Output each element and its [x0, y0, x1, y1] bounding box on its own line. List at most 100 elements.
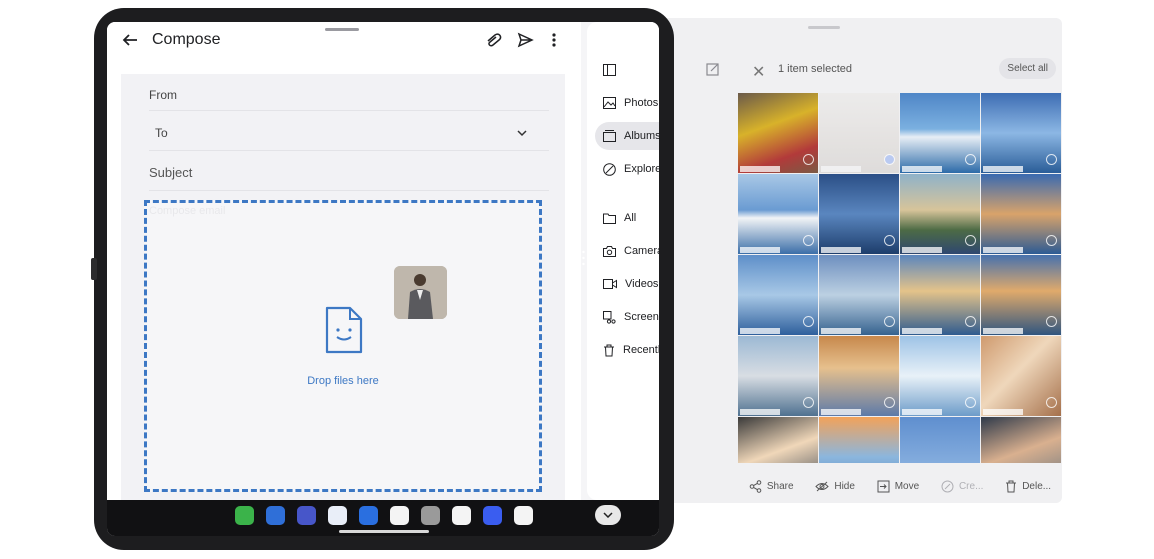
- explore-icon: [603, 162, 616, 176]
- delete-label: Dele...: [1022, 480, 1052, 492]
- close-selection-icon[interactable]: ✕: [752, 62, 765, 82]
- move-label: Move: [894, 480, 920, 492]
- send-icon[interactable]: [517, 32, 534, 48]
- hide-icon: [815, 481, 830, 491]
- compose-pane: Compose From To Subject Compose email Dr…: [107, 22, 581, 500]
- sidebar-item-videos[interactable]: Videos: [595, 270, 659, 298]
- create-button[interactable]: Cre...: [941, 480, 983, 493]
- sidebar-item-all[interactable]: All: [595, 204, 659, 232]
- photo-caption-strip: [740, 247, 780, 253]
- selection-checkbox[interactable]: [965, 397, 976, 408]
- selection-checkbox[interactable]: [1046, 316, 1057, 327]
- taskbar-collapse-button[interactable]: [595, 505, 621, 525]
- photo-thumbnail[interactable]: [738, 255, 818, 335]
- photo-thumbnail[interactable]: [981, 336, 1061, 416]
- photo-thumbnail[interactable]: [819, 255, 899, 335]
- selection-checkbox[interactable]: [884, 235, 895, 246]
- selection-checkbox[interactable]: [803, 154, 814, 165]
- photo-caption-strip: [902, 166, 942, 172]
- sidebar-item-label: Videos: [625, 278, 659, 290]
- photo-thumbnail[interactable]: [819, 336, 899, 416]
- photo-caption-strip: [821, 166, 861, 172]
- photo-thumbnail[interactable]: [900, 255, 980, 335]
- drop-zone-label: Drop files here: [307, 375, 379, 387]
- sidebar-item-photos[interactable]: Photos: [595, 89, 659, 117]
- selection-checkbox[interactable]: [965, 154, 976, 165]
- selection-checkbox[interactable]: [803, 397, 814, 408]
- drive-app-icon[interactable]: [514, 506, 533, 525]
- messages-app-icon[interactable]: [359, 506, 378, 525]
- photo-thumbnail[interactable]: [900, 93, 980, 173]
- photo-caption-strip: [902, 409, 942, 415]
- photo-thumbnail[interactable]: [900, 174, 980, 254]
- paperclip-icon[interactable]: [485, 32, 503, 48]
- selection-checkbox[interactable]: [965, 316, 976, 327]
- sidebar-item-recently-deleted[interactable]: Recently deleted: [595, 336, 659, 364]
- to-field[interactable]: To: [155, 126, 168, 140]
- share-button[interactable]: Share: [749, 479, 794, 493]
- back-arrow-icon[interactable]: [121, 31, 139, 49]
- photo-thumbnail[interactable]: [738, 174, 818, 254]
- photo-thumbnail[interactable]: [819, 417, 899, 463]
- photo-caption-strip: [983, 166, 1023, 172]
- sidebar-toggle-button[interactable]: [595, 56, 659, 84]
- gallery-drag-handle[interactable]: [808, 26, 840, 29]
- create-label: Cre...: [958, 480, 984, 492]
- photo-thumbnail[interactable]: [738, 417, 818, 463]
- photo-thumbnail[interactable]: [981, 255, 1061, 335]
- drop-zone[interactable]: Drop files here: [144, 200, 542, 492]
- subject-field[interactable]: Subject: [149, 165, 192, 180]
- selection-checkbox[interactable]: [803, 316, 814, 327]
- selection-checkbox[interactable]: [884, 316, 895, 327]
- photo-thumbnail[interactable]: [819, 93, 899, 173]
- from-field[interactable]: From: [149, 88, 177, 102]
- select-all-button[interactable]: Select all: [999, 58, 1056, 79]
- photo-thumbnail[interactable]: [900, 336, 980, 416]
- home-indicator[interactable]: [339, 530, 429, 533]
- sidebar-item-screenshots[interactable]: Screenshots: [595, 303, 659, 331]
- sidebar-item-label: Camera: [624, 245, 659, 257]
- person-photo-image: [394, 266, 447, 319]
- selection-checkbox[interactable]: [1046, 397, 1057, 408]
- chrome-app-icon[interactable]: [390, 506, 409, 525]
- sidebar-item-albums[interactable]: Albums: [595, 122, 659, 150]
- camera-app-icon[interactable]: [421, 506, 440, 525]
- video-icon: [603, 279, 617, 289]
- sidebar-item-explore[interactable]: Explore: [595, 155, 659, 183]
- selection-checkbox[interactable]: [965, 235, 976, 246]
- move-button[interactable]: Move: [877, 480, 919, 493]
- sidebar-item-label: Photos: [624, 97, 659, 109]
- photo-thumbnail[interactable]: [819, 174, 899, 254]
- selection-checkbox[interactable]: [884, 154, 895, 165]
- gmail-app-icon[interactable]: [452, 506, 471, 525]
- gallery-action-bar: Share Hide Move Cre... Dele...: [738, 474, 1062, 498]
- more-vert-icon[interactable]: [551, 32, 557, 48]
- sidebar-item-label: All: [624, 212, 637, 224]
- chevron-down-icon: [603, 512, 613, 518]
- ai-app-icon[interactable]: [483, 506, 502, 525]
- photo-thumbnail[interactable]: [981, 174, 1061, 254]
- selection-checkbox[interactable]: [1046, 235, 1057, 246]
- delete-button[interactable]: Dele...: [1005, 480, 1051, 493]
- apps-grid-icon[interactable]: [235, 506, 254, 525]
- hide-button[interactable]: Hide: [815, 480, 855, 493]
- selection-checkbox[interactable]: [884, 397, 895, 408]
- screen-app-icon[interactable]: [297, 506, 316, 525]
- edit-icon[interactable]: [706, 62, 720, 76]
- photo-thumbnail[interactable]: [738, 93, 818, 173]
- selection-checkbox[interactable]: [803, 235, 814, 246]
- photo-caption-strip: [740, 166, 780, 172]
- photo-thumbnail[interactable]: [981, 417, 1061, 463]
- stage: ✕ 1 item selected Select all Share Hide: [0, 0, 1154, 559]
- photo-thumbnail[interactable]: [738, 336, 818, 416]
- dragged-photo-thumbnail[interactable]: [394, 266, 447, 319]
- sidebar-item-camera[interactable]: Camera: [595, 237, 659, 265]
- sidebar-item-label: Albums: [624, 130, 659, 142]
- photo-thumbnail[interactable]: [900, 417, 980, 463]
- phone-app-icon[interactable]: [328, 506, 347, 525]
- selection-checkbox[interactable]: [1046, 154, 1057, 165]
- split-divider-handle[interactable]: [582, 250, 585, 266]
- search-app-icon[interactable]: [266, 506, 285, 525]
- photo-thumbnail[interactable]: [981, 93, 1061, 173]
- chevron-down-icon[interactable]: [517, 130, 527, 137]
